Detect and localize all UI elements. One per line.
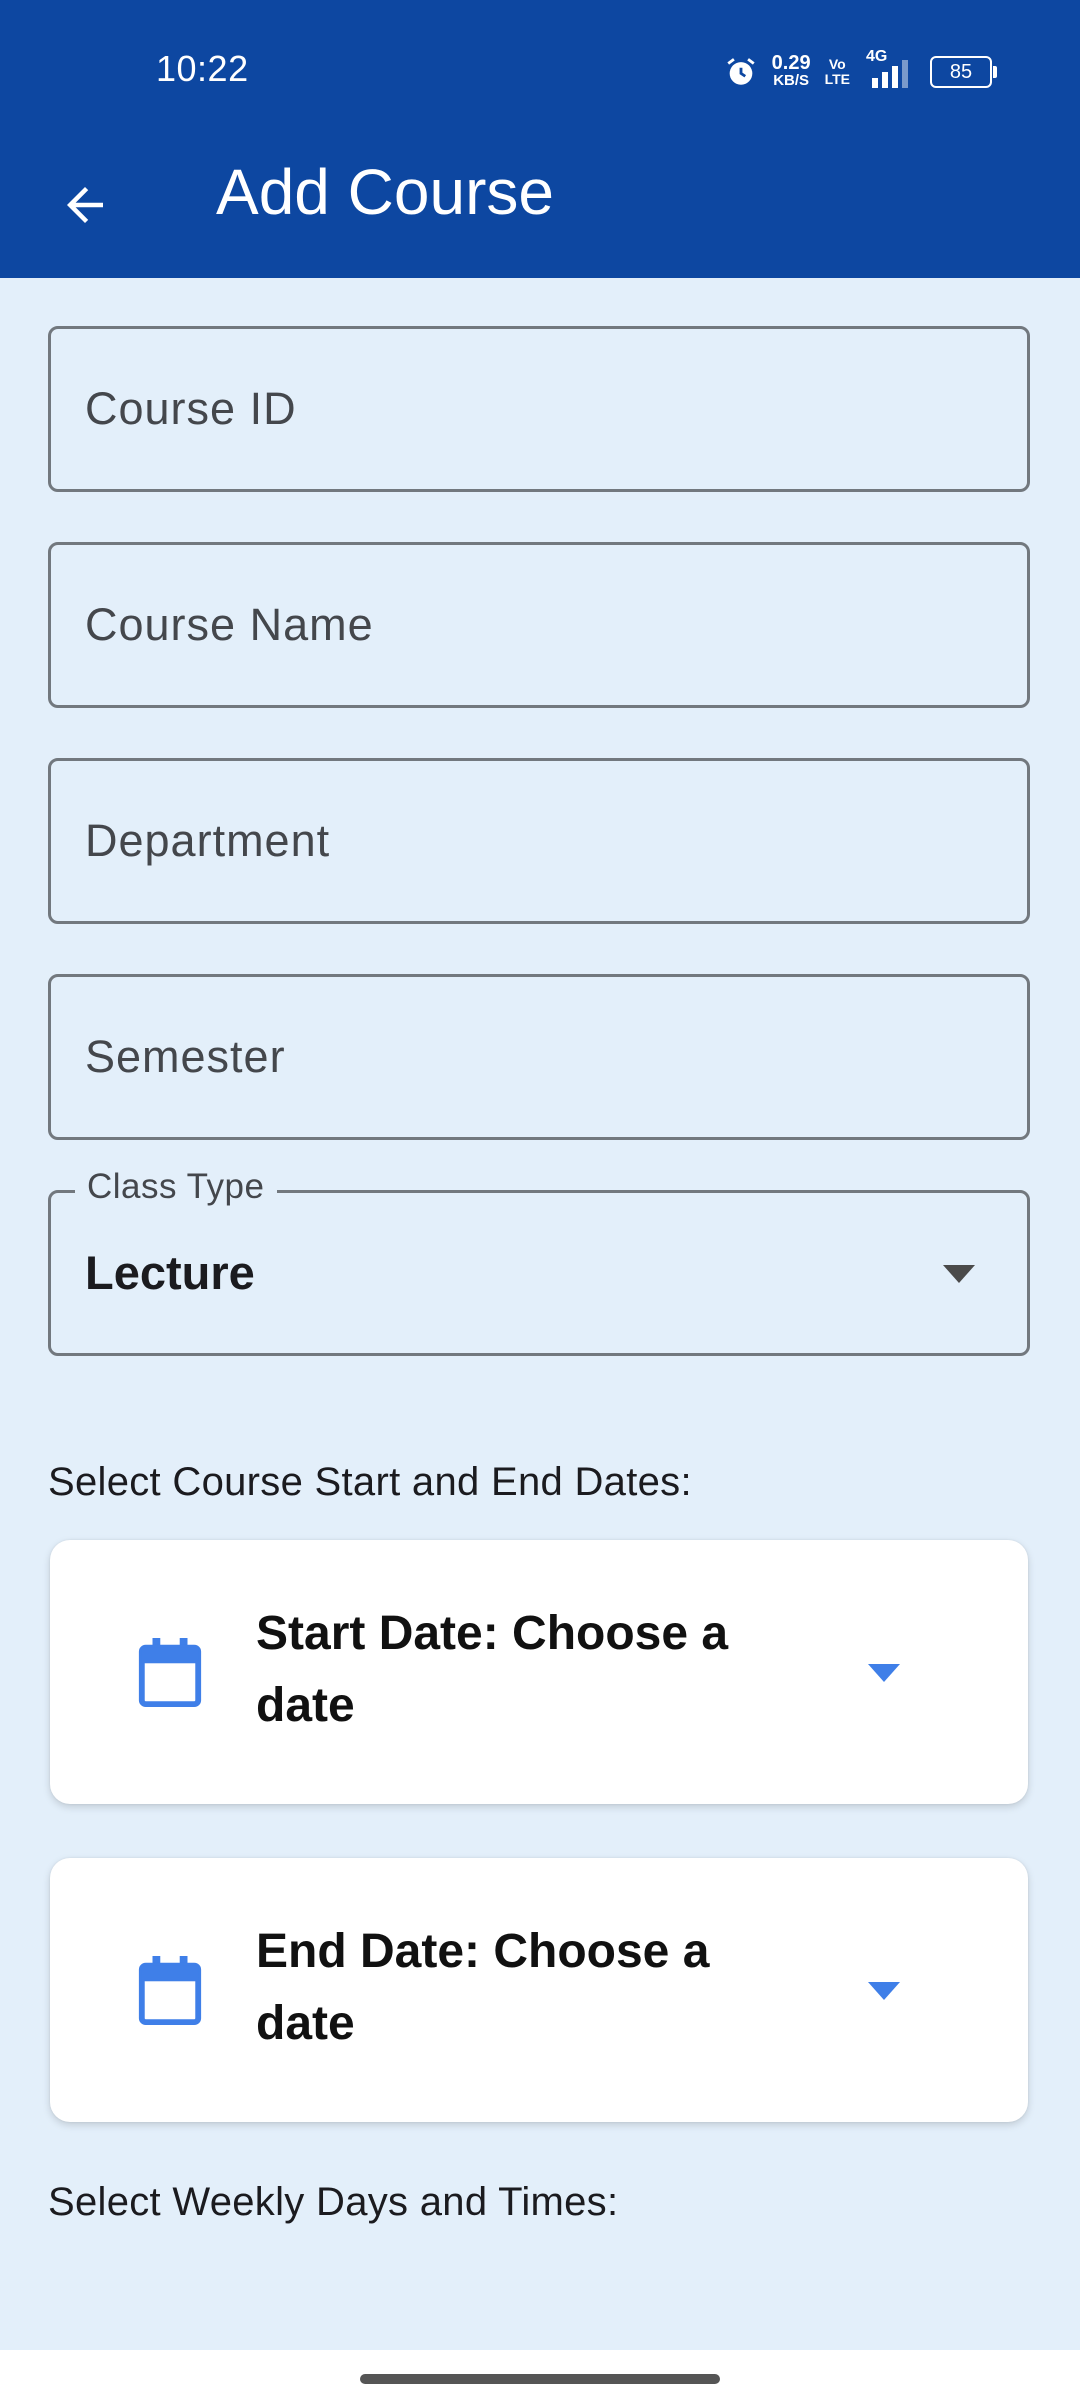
alarm-icon (727, 58, 755, 85)
home-indicator[interactable] (360, 2374, 720, 2384)
network-speed: 0.29 KB/S (771, 52, 811, 90)
signal-indicator: 4G (864, 48, 916, 90)
battery-level: 85 (949, 60, 973, 83)
navigation-bar (0, 2350, 1080, 2400)
course-id-field[interactable]: Course ID (48, 326, 1030, 492)
course-name-field[interactable]: Course Name (48, 542, 1030, 708)
course-id-placeholder: Course ID (85, 383, 297, 434)
dropdown-arrow-icon (943, 1265, 975, 1283)
end-date-text: End Date: Choose a date (256, 1925, 710, 2050)
end-date-picker[interactable]: End Date: Choose a date (50, 1858, 1028, 2122)
app-bar: Add Course (0, 138, 1080, 278)
start-date-text: Start Date: Choose a date (256, 1607, 729, 1732)
start-date-picker[interactable]: Start Date: Choose a date (50, 1540, 1028, 1804)
dropdown-arrow-icon (868, 1982, 900, 2000)
department-field[interactable]: Department (48, 758, 1030, 924)
semester-field[interactable]: Semester (48, 974, 1030, 1140)
arrow-back-icon (67, 187, 103, 223)
department-placeholder: Department (85, 815, 331, 866)
semester-placeholder: Semester (85, 1031, 286, 1082)
course-name-placeholder: Course Name (85, 599, 374, 650)
weekly-section-label: Select Weekly Days and Times: (48, 2180, 619, 2224)
status-time: 10:22 (156, 48, 249, 89)
status-icons: 0.29 KB/S Vo LTE 4G 85 (724, 48, 997, 92)
calendar-icon (138, 1956, 202, 2026)
volte-indicator: Vo LTE (824, 56, 850, 87)
class-type-value: Lecture (85, 1246, 255, 1299)
calendar-icon (138, 1638, 202, 1708)
status-bar: 10:22 0.29 KB/S Vo LTE 4G 85 (0, 0, 1080, 138)
page-title: Add Course (216, 156, 554, 228)
class-type-select[interactable]: Class Type Lecture (48, 1167, 1030, 1356)
dates-section-label: Select Course Start and End Dates: (48, 1460, 692, 1504)
network-speed-unit: KB/S (773, 72, 810, 89)
network-speed-value: 0.29 (771, 52, 811, 74)
dropdown-arrow-icon (868, 1664, 900, 1682)
back-button[interactable] (40, 160, 130, 250)
network-type: 4G (866, 48, 888, 65)
battery-indicator: 85 (930, 56, 997, 88)
